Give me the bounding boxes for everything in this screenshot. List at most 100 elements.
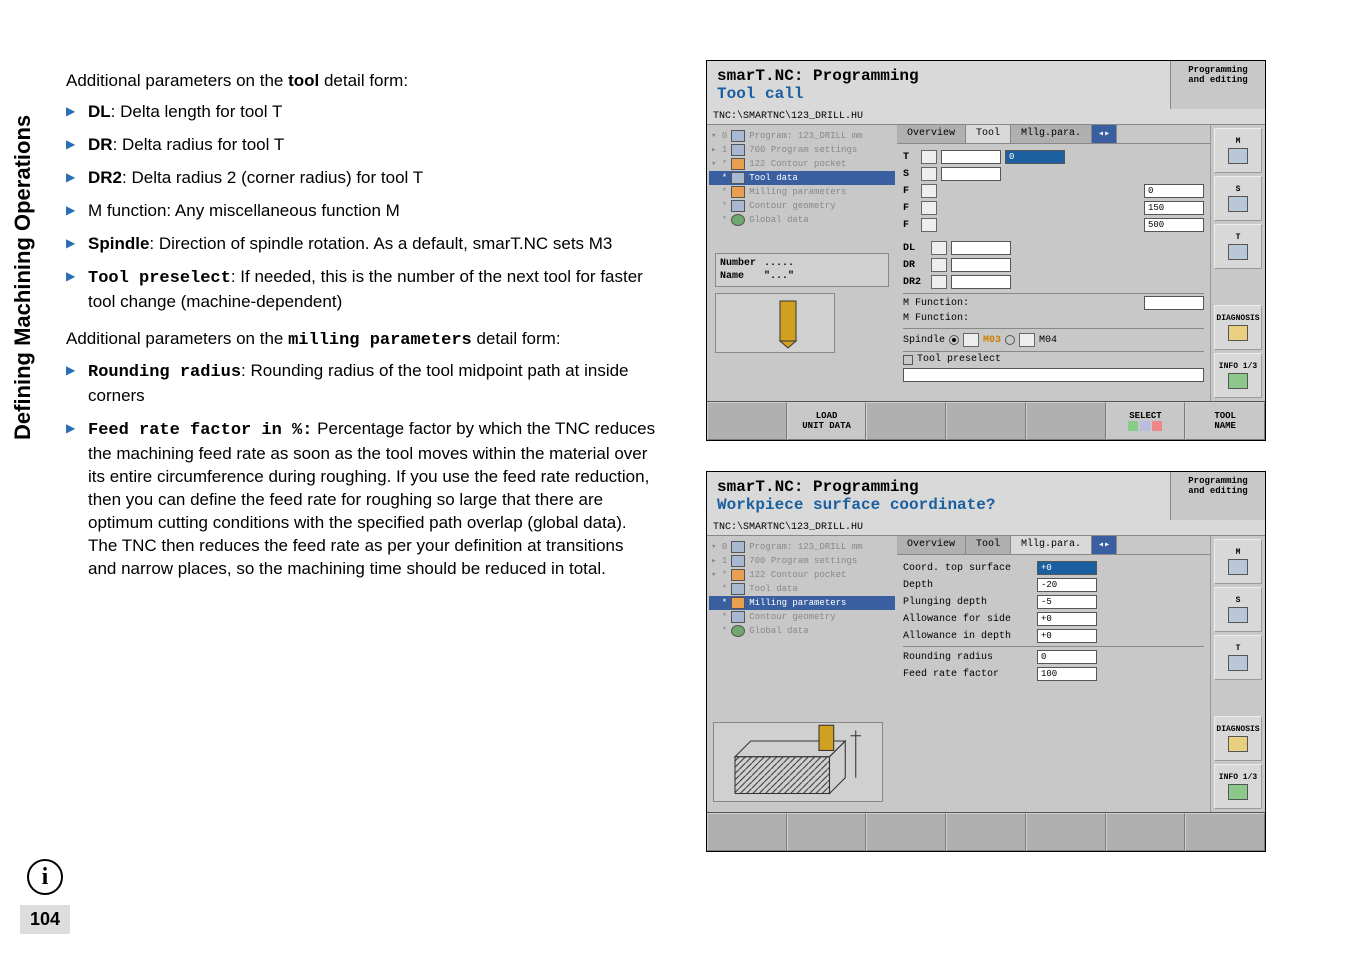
tree-row-selected[interactable]: * Tool data bbox=[709, 171, 895, 185]
list-item: DR2: Delta radius 2 (corner radius) for … bbox=[66, 167, 656, 190]
softkey-load[interactable]: LOADUNIT DATA bbox=[787, 402, 867, 440]
s-button[interactable]: S bbox=[1214, 176, 1262, 221]
softkey[interactable] bbox=[707, 813, 787, 851]
tree-row-selected[interactable]: * Milling parameters bbox=[709, 596, 895, 610]
tree-row[interactable]: ▾ * 122 Contour pocket bbox=[709, 157, 895, 171]
tab-scroll[interactable]: ◂▸ bbox=[1092, 125, 1117, 143]
info-button[interactable]: INFO 1/3 bbox=[1214, 353, 1262, 398]
top-surface-input[interactable] bbox=[1037, 561, 1097, 575]
label-rounding: Rounding radius bbox=[903, 652, 1033, 663]
softkey-toolname[interactable]: TOOLNAME bbox=[1185, 402, 1265, 440]
f-input[interactable] bbox=[1144, 184, 1204, 198]
screenshot-tool-call: smarT.NC: Programming Tool call Programm… bbox=[706, 60, 1266, 441]
mfunc-input[interactable] bbox=[1144, 296, 1204, 310]
tree-row[interactable]: ▾ 0 Program: 123_DRILL mm bbox=[709, 129, 895, 143]
feedfactor-input[interactable] bbox=[1037, 667, 1097, 681]
spindle-icon bbox=[921, 167, 937, 181]
pocket-diagram bbox=[713, 722, 883, 802]
tool-params-list: DL: Delta length for tool T DR: Delta ra… bbox=[66, 101, 656, 314]
tree-row[interactable]: ▾ * 122 Contour pocket bbox=[709, 568, 895, 582]
tabs: Overview Tool Mllg.para. ◂▸ bbox=[897, 125, 1210, 144]
f-input[interactable] bbox=[1144, 218, 1204, 232]
tree-row[interactable]: * Global data bbox=[709, 213, 895, 227]
milling-params-list: Rounding radius: Rounding radius of the … bbox=[66, 360, 656, 580]
tab-overview[interactable]: Overview bbox=[897, 125, 966, 143]
softkey[interactable] bbox=[866, 813, 946, 851]
tool-preselect-checkbox[interactable] bbox=[903, 355, 913, 365]
tab-mlgpara[interactable]: Mllg.para. bbox=[1011, 125, 1092, 143]
plunging-input[interactable] bbox=[1037, 595, 1097, 609]
info-icon: i bbox=[27, 859, 63, 895]
dl-icon bbox=[931, 241, 947, 255]
tree-row[interactable]: * Tool data bbox=[709, 582, 895, 596]
rounding-input[interactable] bbox=[1037, 650, 1097, 664]
spindle-row: Spindle M03 M04 bbox=[903, 333, 1204, 347]
softkey[interactable] bbox=[946, 813, 1026, 851]
s-input[interactable] bbox=[941, 167, 1001, 181]
tree-row[interactable]: * Contour geometry bbox=[709, 199, 895, 213]
softkey[interactable] bbox=[707, 402, 787, 440]
softkey[interactable] bbox=[787, 813, 867, 851]
f-input[interactable] bbox=[1144, 201, 1204, 215]
screenshots-column: smarT.NC: Programming Tool call Programm… bbox=[676, 0, 1276, 882]
side-icons: M S T DIAGNOSIS INFO 1/3 bbox=[1210, 536, 1265, 812]
softkey-bar bbox=[707, 812, 1265, 851]
radio-m04[interactable] bbox=[1005, 335, 1015, 345]
m-button[interactable]: M bbox=[1214, 539, 1262, 584]
screenshot-milling-params: smarT.NC: Programming Workpiece surface … bbox=[706, 471, 1266, 852]
dr-icon bbox=[931, 258, 947, 272]
label-depth: Depth bbox=[903, 580, 1033, 591]
intro-tool: Additional parameters on the tool detail… bbox=[66, 70, 656, 93]
softkey[interactable] bbox=[1026, 813, 1106, 851]
tree-row[interactable]: ▸ 1 700 Program settings bbox=[709, 554, 895, 568]
cw-icon bbox=[963, 333, 979, 347]
ccw-icon bbox=[1019, 333, 1035, 347]
t-button[interactable]: T bbox=[1214, 224, 1262, 269]
form-panel: Overview Tool Mllg.para. ◂▸ T S F F F DL… bbox=[897, 125, 1210, 401]
label-mfunction: M Function: bbox=[903, 313, 969, 324]
softkey[interactable] bbox=[1185, 813, 1265, 851]
softkey[interactable] bbox=[1026, 402, 1106, 440]
m-button[interactable]: M bbox=[1214, 128, 1262, 173]
s-button[interactable]: S bbox=[1214, 587, 1262, 632]
softkey[interactable] bbox=[1106, 813, 1186, 851]
intro-milling: Additional parameters on the milling par… bbox=[66, 328, 656, 353]
mode-label: Programming and editing bbox=[1170, 61, 1265, 109]
tab-tool[interactable]: Tool bbox=[966, 536, 1011, 554]
window-title: smarT.NC: Programming Workpiece surface … bbox=[707, 472, 1170, 520]
softkey[interactable] bbox=[946, 402, 1026, 440]
info-button[interactable]: INFO 1/3 bbox=[1214, 764, 1262, 809]
dr-input[interactable] bbox=[951, 258, 1011, 272]
tab-tool[interactable]: Tool bbox=[966, 125, 1011, 143]
t-input[interactable] bbox=[941, 150, 1001, 164]
list-item: DR: Delta radius for tool T bbox=[66, 134, 656, 157]
dl-input[interactable] bbox=[951, 241, 1011, 255]
section-heading: Defining Machining Operations bbox=[0, 40, 46, 460]
tab-overview[interactable]: Overview bbox=[897, 536, 966, 554]
tool-preselect-input[interactable] bbox=[903, 368, 1204, 382]
feed-icon bbox=[921, 201, 937, 215]
t-input-2[interactable] bbox=[1005, 150, 1065, 164]
tree-row[interactable]: ▾ 0 Program: 123_DRILL mm bbox=[709, 540, 895, 554]
tree-row[interactable]: * Contour geometry bbox=[709, 610, 895, 624]
list-item: M function: Any miscellaneous function M bbox=[66, 200, 656, 223]
t-button[interactable]: T bbox=[1214, 635, 1262, 680]
page-number: 104 bbox=[20, 905, 70, 934]
tab-mlgpara[interactable]: Mllg.para. bbox=[1011, 536, 1092, 554]
label-plunging: Plunging depth bbox=[903, 597, 1033, 608]
diagnosis-button[interactable]: DIAGNOSIS bbox=[1214, 305, 1262, 350]
radio-m03[interactable] bbox=[949, 335, 959, 345]
tree-row[interactable]: ▸ 1 700 Program settings bbox=[709, 143, 895, 157]
allow-side-input[interactable] bbox=[1037, 612, 1097, 626]
allow-depth-input[interactable] bbox=[1037, 629, 1097, 643]
feed-icon bbox=[921, 218, 937, 232]
diagnosis-button[interactable]: DIAGNOSIS bbox=[1214, 716, 1262, 761]
softkey[interactable] bbox=[866, 402, 946, 440]
tab-scroll[interactable]: ◂▸ bbox=[1092, 536, 1117, 554]
tree-row[interactable]: * Global data bbox=[709, 624, 895, 638]
label-top-surface: Coord. top surface bbox=[903, 563, 1033, 574]
softkey-select[interactable]: SELECT bbox=[1106, 402, 1186, 440]
dr2-input[interactable] bbox=[951, 275, 1011, 289]
depth-input[interactable] bbox=[1037, 578, 1097, 592]
tree-row[interactable]: * Milling parameters bbox=[709, 185, 895, 199]
